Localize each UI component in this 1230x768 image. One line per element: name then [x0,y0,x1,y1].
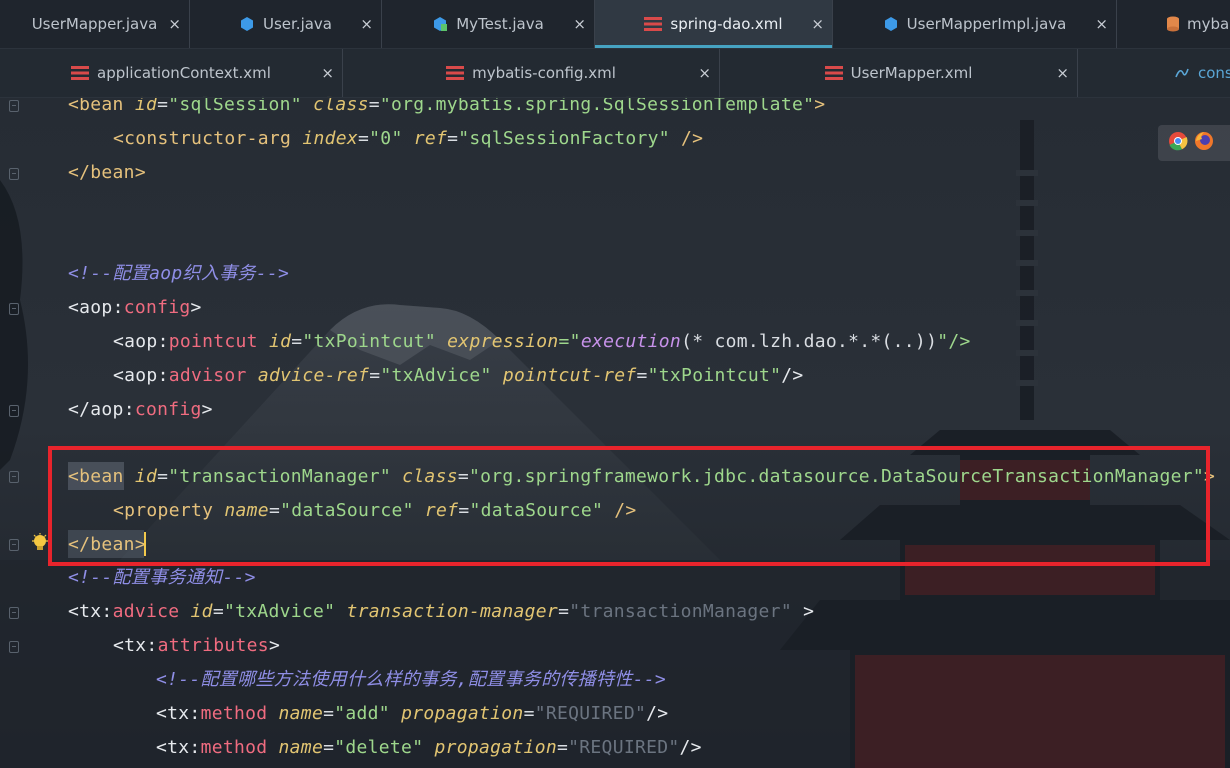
code-line: <tx:method name="add" propagation="REQUI… [156,703,669,724]
tab-label: cons [1198,64,1230,82]
code-line-highlighted: <property name="dataSource" ref="dataSou… [113,500,637,521]
tab-label: applicationContext.xml [97,64,271,82]
xml-code-editor[interactable]: <bean id="sqlSession" class="org.mybatis… [0,94,1230,768]
spring-xml-icon [644,16,663,32]
code-line: <constructor-arg index="0" ref="sqlSessi… [113,128,704,149]
code-line: </aop:config> [68,399,213,420]
tab-label: mybatis-config.xml [472,64,616,82]
tab-label: User.java [262,15,332,33]
editor-tabs-row-1: UserMapper.java × User.java × MyTest.jav… [0,0,1230,49]
code-line: <aop:pointcut id="txPointcut" expression… [113,331,971,352]
code-line: <tx:advice id="txAdvice" transaction-man… [68,601,815,622]
tab-label: MyTest.java [456,15,544,33]
tab-mybatis-overflow[interactable]: myba [1117,0,1230,48]
tab-label: UserMapper.java [31,15,158,33]
tab-label: UserMapper.xml [850,64,973,82]
code-comment: <!--配置哪些方法使用什么样的事务,配置事务的传播特性--> [156,669,666,690]
tab-label: spring-dao.xml [670,15,783,33]
tab-mybatis-config-xml[interactable]: mybatis-config.xml × [343,49,720,97]
code-comment: <!--配置aop织入事务--> [68,263,290,284]
code-line: </bean> [68,162,146,183]
java-class-icon [883,16,899,32]
tab-usermapperimpl-java[interactable]: UserMapperImpl.java × [833,0,1117,48]
code-line-highlighted: </bean> [68,534,146,555]
code-line: <tx:method name="delete" propagation="RE… [156,737,702,758]
code-comment: <!--配置事务通知--> [68,567,256,588]
code-line: <aop:config> [68,297,202,318]
code-line: <aop:advisor advice-ref="txAdvice" point… [113,365,804,386]
close-icon[interactable]: × [573,15,586,33]
spring-xml-icon [824,65,843,81]
text-caret [144,532,146,556]
java-test-icon [432,16,448,32]
browser-preview-bar [1158,125,1230,161]
close-icon[interactable]: × [360,15,373,33]
tab-console-overflow[interactable]: cons [1078,49,1230,97]
tab-usermapper-xml[interactable]: UserMapper.xml × [720,49,1078,97]
intention-lightbulb-icon[interactable] [31,533,49,557]
console-icon [1174,65,1190,81]
close-icon[interactable]: × [168,15,181,33]
tab-user-java[interactable]: User.java × [190,0,382,48]
database-icon [1167,16,1179,32]
editor-tabs-row-2: applicationContext.xml × mybatis-config.… [0,49,1230,98]
code-line-highlighted: <bean id="transactionManager" class="org… [68,466,1216,487]
close-icon[interactable]: × [1056,64,1069,82]
firefox-icon[interactable] [1194,131,1214,155]
java-class-icon [239,16,255,32]
close-icon[interactable]: × [811,15,824,33]
tab-mytest-java[interactable]: MyTest.java × [382,0,595,48]
spring-xml-icon [446,65,465,81]
tab-spring-dao-xml[interactable]: spring-dao.xml × [595,0,833,48]
chrome-icon[interactable] [1168,131,1188,155]
close-icon[interactable]: × [698,64,711,82]
close-icon[interactable]: × [1095,15,1108,33]
close-icon[interactable]: × [321,64,334,82]
tab-label: myba [1187,15,1230,33]
code-line: <tx:attributes> [113,635,281,656]
tab-usermapper-java[interactable]: UserMapper.java × [0,0,190,48]
spring-xml-icon [71,65,90,81]
tab-label: UserMapperImpl.java [906,15,1067,33]
tab-applicationcontext-xml[interactable]: applicationContext.xml × [0,49,343,97]
